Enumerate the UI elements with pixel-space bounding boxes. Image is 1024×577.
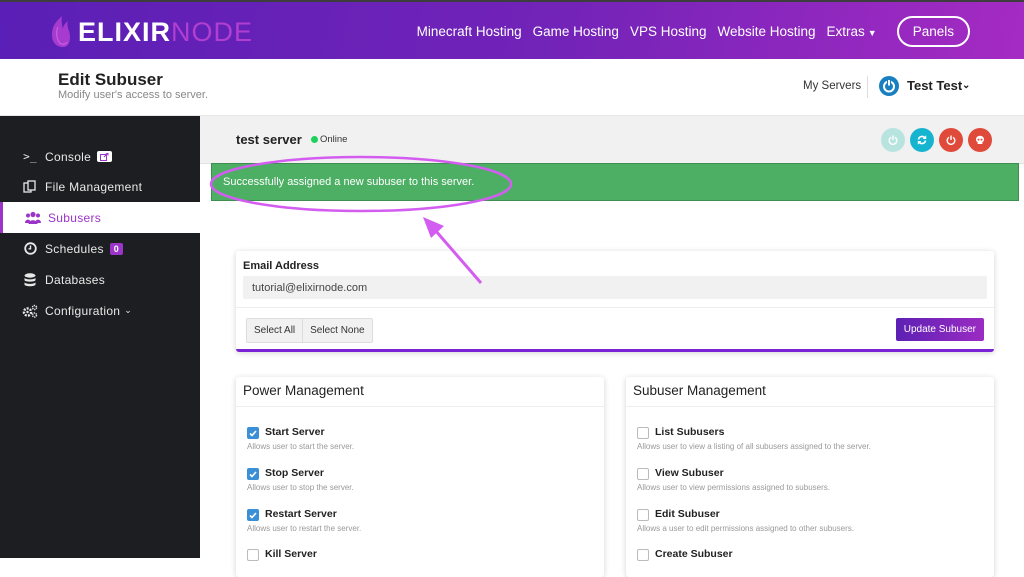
- brand-name-secondary: NODE: [171, 16, 254, 47]
- sidebar-item-label: Schedules: [45, 241, 104, 256]
- permission-name: List Subusers: [655, 426, 725, 438]
- my-servers-link[interactable]: My Servers: [803, 80, 861, 92]
- page-header: Edit Subuser Modify user's access to ser…: [0, 59, 1024, 116]
- terminal-icon: >_: [23, 150, 37, 163]
- nav-extras-label: Extras: [826, 24, 865, 39]
- caret-down-icon: ▼: [867, 28, 877, 38]
- brand-logo[interactable]: ELIXIR NODE: [48, 14, 253, 50]
- permission-checkbox[interactable]: [637, 468, 649, 480]
- user-menu-chevron-icon[interactable]: ⌄: [962, 80, 970, 91]
- files-icon: [21, 179, 39, 194]
- nav-website-hosting[interactable]: Website Hosting: [717, 24, 815, 39]
- success-alert: Successfully assigned a new subuser to t…: [211, 163, 1019, 201]
- email-label: Email Address: [243, 260, 320, 272]
- permission-description: Allows user to view a listing of all sub…: [637, 442, 871, 451]
- permission-name: Kill Server: [265, 548, 317, 560]
- nav-game-hosting[interactable]: Game Hosting: [533, 24, 619, 39]
- sidebar-item-label: Configuration: [45, 303, 121, 318]
- permission-checkbox[interactable]: [637, 509, 649, 521]
- card-divider: [236, 406, 604, 407]
- permission-checkbox[interactable]: [637, 427, 649, 439]
- permission-description: Allows user to start the server.: [247, 442, 355, 451]
- permission-name: View Subuser: [655, 467, 724, 479]
- users-icon: [24, 211, 42, 224]
- sidebar-item-file-management[interactable]: File Management: [0, 171, 200, 202]
- panels-button[interactable]: Panels: [896, 16, 970, 47]
- refresh-icon: [917, 135, 927, 145]
- permission-description: Allows user to view permissions assigned…: [637, 483, 830, 492]
- permission-description: Allows user to stop the server.: [247, 483, 354, 492]
- sidebar-item-label: Subusers: [48, 210, 102, 225]
- nav-vps-hosting[interactable]: VPS Hosting: [630, 24, 707, 39]
- clock-icon: [21, 242, 39, 255]
- server-status: Online: [320, 134, 348, 145]
- permission-name: Start Server: [265, 426, 325, 438]
- nav-extras-dropdown[interactable]: Extras ▼: [827, 24, 877, 39]
- check-icon: [249, 511, 257, 519]
- permission-name: Create Subuser: [655, 548, 733, 560]
- user-avatar-power-icon[interactable]: [879, 76, 899, 96]
- server-bar: test server Online: [200, 116, 1024, 164]
- database-icon: [21, 272, 39, 287]
- header-divider: [867, 76, 868, 98]
- select-none-button[interactable]: Select None: [302, 319, 372, 342]
- permission-checkbox[interactable]: [247, 468, 259, 480]
- nav-minecraft-hosting[interactable]: Minecraft Hosting: [417, 24, 522, 39]
- permission-name: Stop Server: [265, 467, 324, 479]
- external-link-icon: [97, 151, 113, 162]
- nav-links: Minecraft Hosting Game Hosting VPS Hosti…: [406, 16, 970, 47]
- flame-logo-icon: [52, 16, 70, 47]
- sidebar: >_ Console File Management Subusers Sche…: [0, 116, 200, 558]
- check-icon: [249, 470, 257, 478]
- stop-server-button[interactable]: [939, 128, 963, 152]
- power-icon: [946, 135, 956, 145]
- gears-icon: [21, 304, 39, 318]
- update-subuser-button[interactable]: Update Subuser: [895, 318, 984, 341]
- permission-checkbox[interactable]: [247, 427, 259, 439]
- schedules-count-badge: 0: [109, 242, 124, 255]
- permission-description: Allows a user to edit permissions assign…: [637, 524, 854, 533]
- permission-checkbox[interactable]: [247, 509, 259, 521]
- sidebar-item-configuration[interactable]: Configuration ⌄: [0, 295, 200, 326]
- permission-name: Restart Server: [265, 508, 337, 520]
- card-divider: [236, 307, 994, 308]
- sidebar-item-label: Databases: [45, 272, 106, 287]
- permission-checkbox[interactable]: [637, 549, 649, 561]
- start-server-button[interactable]: [881, 128, 905, 152]
- card-title: Subuser Management: [633, 383, 766, 398]
- power-management-card: Power Management Start Server Allows use…: [236, 377, 604, 577]
- page-title: Edit Subuser: [58, 70, 163, 89]
- brand-name-primary: ELIXIR: [78, 16, 172, 47]
- top-navbar: ELIXIR NODE Minecraft Hosting Game Hostin…: [0, 0, 1024, 59]
- select-all-button[interactable]: Select All: [247, 319, 303, 342]
- sidebar-item-subusers[interactable]: Subusers: [0, 202, 200, 233]
- permission-name: Edit Subuser: [655, 508, 720, 520]
- skull-icon: [976, 135, 984, 144]
- page-subtitle: Modify user's access to server.: [58, 89, 209, 101]
- main-content: test server Online Successfully assigned…: [200, 116, 1024, 577]
- permission-description: Allows user to restart the server.: [247, 524, 362, 533]
- chevron-down-icon: ⌄: [124, 305, 133, 315]
- card-title: Power Management: [243, 383, 364, 398]
- sidebar-item-schedules[interactable]: Schedules 0: [0, 233, 200, 264]
- card-divider: [626, 406, 994, 407]
- subuser-email-card: Email Address Select All Select None Upd…: [236, 251, 994, 352]
- check-icon: [249, 429, 257, 437]
- server-name: test server: [236, 132, 302, 147]
- power-icon: [888, 135, 898, 145]
- sidebar-item-label: Console: [45, 149, 92, 164]
- selection-button-group: Select All Select None: [246, 318, 373, 343]
- sidebar-item-console[interactable]: >_ Console: [0, 141, 200, 172]
- kill-server-button[interactable]: [968, 128, 992, 152]
- sidebar-item-databases[interactable]: Databases: [0, 264, 200, 295]
- status-dot-icon: [311, 136, 318, 143]
- sidebar-item-label: File Management: [45, 179, 143, 194]
- restart-server-button[interactable]: [910, 128, 934, 152]
- subuser-management-card: Subuser Management List Subusers Allows …: [626, 377, 994, 577]
- user-name[interactable]: Test Test: [907, 78, 962, 93]
- permission-checkbox[interactable]: [247, 549, 259, 561]
- email-field[interactable]: [243, 276, 987, 299]
